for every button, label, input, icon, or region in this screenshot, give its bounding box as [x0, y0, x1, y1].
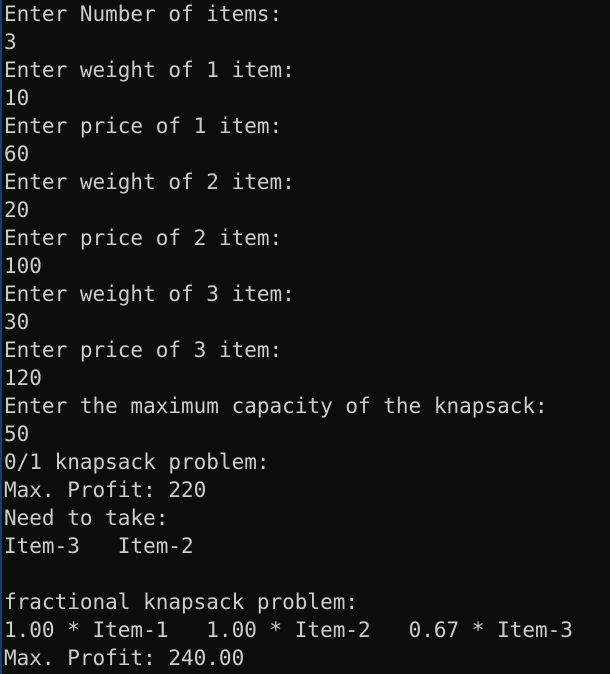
console-window[interactable]: Enter Number of items: 3 Enter weight of…: [0, 0, 610, 674]
result-max-profit-01: Max. Profit: 220: [4, 478, 207, 502]
prompt-weight-item-2: Enter weight of 2 item:: [4, 170, 295, 194]
input-number-of-items: 3: [4, 30, 17, 54]
prompt-weight-item-3: Enter weight of 3 item:: [4, 282, 295, 306]
input-price-item-1: 60: [4, 142, 30, 166]
selection-edge: [0, 0, 2, 674]
input-weight-item-3: 30: [4, 310, 30, 334]
prompt-price-item-2: Enter price of 2 item:: [4, 226, 283, 250]
prompt-price-item-3: Enter price of 3 item:: [4, 338, 283, 362]
input-price-item-3: 120: [4, 366, 42, 390]
result-fractions: 1.00 * Item-1 1.00 * Item-2 0.67 * Item-…: [4, 618, 573, 642]
prompt-capacity: Enter the maximum capacity of the knapsa…: [4, 394, 548, 418]
input-weight-item-1: 10: [4, 86, 30, 110]
result-max-profit-fractional: Max. Profit: 240.00: [4, 646, 245, 670]
prompt-weight-item-1: Enter weight of 1 item:: [4, 58, 295, 82]
prompt-number-of-items: Enter Number of items:: [4, 2, 283, 26]
label-need-to-take: Need to take:: [4, 506, 169, 530]
input-weight-item-2: 20: [4, 198, 30, 222]
input-price-item-2: 100: [4, 254, 42, 278]
result-items-taken: Item-3 Item-2: [4, 534, 194, 558]
prompt-price-item-1: Enter price of 1 item:: [4, 114, 283, 138]
heading-01-knapsack: 0/1 knapsack problem:: [4, 450, 270, 474]
heading-fractional-knapsack: fractional knapsack problem:: [4, 590, 359, 614]
input-capacity: 50: [4, 422, 30, 446]
